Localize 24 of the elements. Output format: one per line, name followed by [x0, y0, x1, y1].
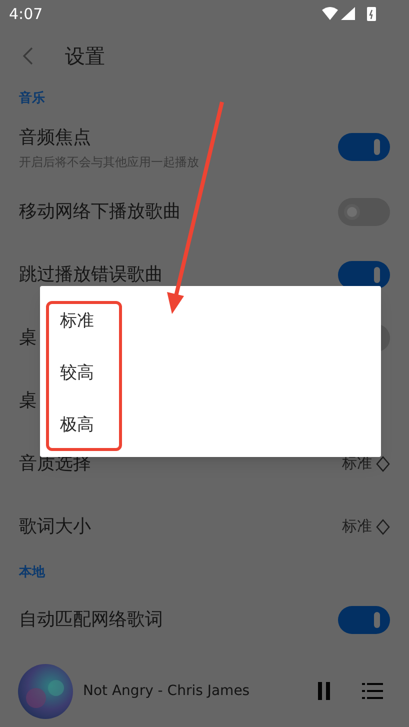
setting-label: 桌 [19, 389, 37, 413]
toggle-switch[interactable] [338, 606, 390, 634]
section-header: 本地 [19, 564, 45, 582]
dialog-option[interactable]: 极高 [40, 400, 381, 452]
setting-label: 跳过播放错误歌曲 [19, 263, 163, 287]
status-time: 4:07 [9, 4, 43, 25]
updown-icon [376, 456, 390, 472]
setting-label: 自动匹配网络歌词 [19, 608, 163, 632]
page-title: 设置 [65, 43, 105, 70]
toggle-switch[interactable] [338, 198, 390, 226]
setting-label: 移动网络下播放歌曲 [19, 200, 181, 224]
dialog-option[interactable]: 标准 [40, 296, 381, 348]
setting-label: 桌 [19, 326, 37, 350]
dialog-option[interactable]: 较高 [40, 348, 381, 400]
toggle-switch[interactable] [338, 260, 390, 288]
setting-label: 音频焦点 [19, 126, 92, 150]
track-title: Not Angry - Chris James [83, 682, 251, 700]
pause-icon[interactable] [318, 682, 330, 700]
back-icon[interactable] [22, 46, 34, 66]
updown-icon [376, 518, 390, 534]
setting-label: 歌词大小 [19, 515, 91, 539]
section-header: 音乐 [19, 90, 45, 108]
toggle-switch[interactable] [338, 133, 390, 161]
playlist-icon[interactable] [362, 683, 383, 699]
